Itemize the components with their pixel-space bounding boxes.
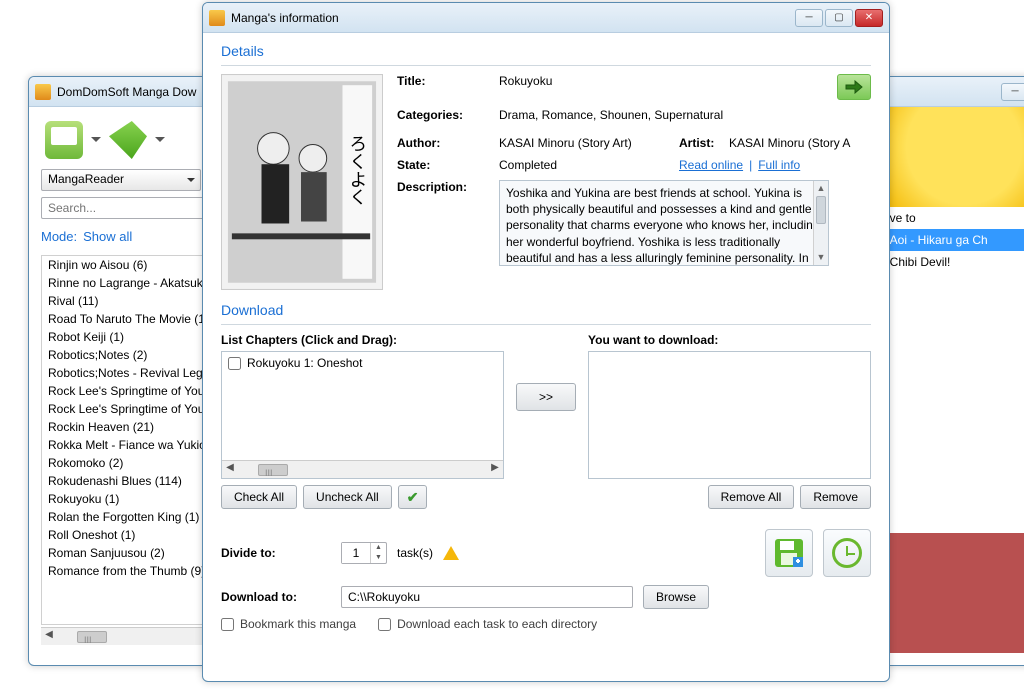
chapters-hscroll[interactable]: ◀ III ▶ xyxy=(222,460,503,478)
browse-button[interactable]: Browse xyxy=(643,585,709,609)
categories-value: Drama, Romance, Shounen, Supernatural xyxy=(499,108,871,122)
confirm-check-button[interactable]: ✔ xyxy=(398,485,428,509)
title-value: Rokuyoku xyxy=(499,74,837,88)
next-arrow-button[interactable] xyxy=(837,74,871,100)
mode-value[interactable]: Show all xyxy=(83,229,132,244)
read-online-link[interactable]: Read online xyxy=(679,158,743,172)
maximize-button[interactable]: ▢ xyxy=(825,9,853,27)
check-all-button[interactable]: Check All xyxy=(221,485,297,509)
close-button[interactable]: ✕ xyxy=(855,9,883,27)
schedule-button[interactable] xyxy=(823,529,871,577)
download-listbox[interactable] xyxy=(588,351,871,479)
scroll-thumb[interactable]: III xyxy=(258,464,288,476)
right-titlebar[interactable]: ─ ▢ ✕ xyxy=(877,77,1024,107)
artist-value: KASAI Minoru (Story A xyxy=(729,136,871,150)
spin-down-icon[interactable]: ▼ xyxy=(371,553,386,563)
full-info-link[interactable]: Full info xyxy=(758,158,800,172)
clock-icon xyxy=(832,538,862,568)
calendar-icon[interactable] xyxy=(45,121,83,159)
each-dir-checkbox-label[interactable]: Download each task to each directory xyxy=(378,617,597,631)
chevron-down-icon[interactable] xyxy=(155,137,165,147)
you-want-label: You want to download: xyxy=(588,333,871,347)
scroll-thumb[interactable]: III xyxy=(77,631,107,643)
cover-image: ろくよく xyxy=(221,74,383,290)
scroll-left-icon[interactable]: ◀ xyxy=(41,629,57,645)
chapters-listbox[interactable]: Rokuyoku 1: Oneshot ◀ III ▶ xyxy=(221,351,504,479)
divide-spinner[interactable]: ▲▼ xyxy=(341,542,387,564)
right-window: ─ ▢ ✕ ave to \\Aoi - Hikaru ga Ch \\Chib… xyxy=(876,76,1024,666)
categories-label: Categories: xyxy=(397,108,499,122)
list-item[interactable]: \\Aoi - Hikaru ga Ch xyxy=(877,229,1024,251)
chevron-down-icon[interactable] xyxy=(91,137,101,147)
scroll-right-icon[interactable]: ▶ xyxy=(487,462,503,478)
details-heading: Details xyxy=(221,43,871,59)
divide-input[interactable] xyxy=(342,543,370,563)
description-scrollbar[interactable]: ▲ ▼ xyxy=(813,181,828,265)
bookmark-checkbox[interactable] xyxy=(221,618,234,631)
author-label: Author: xyxy=(397,136,499,150)
title-label: Title: xyxy=(397,74,499,88)
each-dir-checkbox[interactable] xyxy=(378,618,391,631)
description-label: Description: xyxy=(397,180,499,266)
artist-label: Artist: xyxy=(679,136,729,150)
download-path-input[interactable] xyxy=(341,586,633,608)
state-value: Completed xyxy=(499,158,679,172)
tag-icon[interactable] xyxy=(109,121,147,159)
list-chapters-label: List Chapters (Click and Drag): xyxy=(221,333,504,347)
bookmark-checkbox-label[interactable]: Bookmark this manga xyxy=(221,617,356,631)
warning-icon xyxy=(443,538,459,560)
save-queue-button[interactable] xyxy=(765,529,813,577)
spin-up-icon[interactable]: ▲ xyxy=(371,543,386,553)
scroll-down-icon[interactable]: ▼ xyxy=(814,250,828,265)
main-window: Manga's information ─ ▢ ✕ Details ろくよく xyxy=(202,2,890,682)
transfer-button[interactable]: >> xyxy=(516,383,576,411)
remove-button[interactable]: Remove xyxy=(800,485,871,509)
character-art xyxy=(877,533,1024,653)
mode-label: Mode: xyxy=(41,229,77,244)
tasks-label: task(s) xyxy=(397,546,433,560)
chapter-item[interactable]: Rokuyoku 1: Oneshot xyxy=(222,352,503,374)
chapter-checkbox[interactable] xyxy=(228,357,241,370)
download-to-label: Download to: xyxy=(221,590,331,604)
source-combo[interactable]: MangaReader xyxy=(41,169,201,191)
divide-label: Divide to: xyxy=(221,546,331,560)
uncheck-all-button[interactable]: Uncheck All xyxy=(303,485,392,509)
description-text: Yoshika and Yukina are best friends at s… xyxy=(506,186,820,265)
minimize-button[interactable]: ─ xyxy=(795,9,823,27)
state-label: State: xyxy=(397,158,499,172)
app-icon xyxy=(209,10,225,26)
description-box[interactable]: Yoshika and Yukina are best friends at s… xyxy=(499,180,829,266)
chapter-label: Rokuyoku 1: Oneshot xyxy=(247,356,362,370)
minimize-button[interactable]: ─ xyxy=(1001,83,1024,101)
scroll-left-icon[interactable]: ◀ xyxy=(222,462,238,478)
main-window-title: Manga's information xyxy=(231,11,795,25)
scroll-up-icon[interactable]: ▲ xyxy=(814,181,828,196)
chocobo-art xyxy=(877,107,1024,207)
arrow-right-icon xyxy=(845,80,863,94)
save-to-label: ave to xyxy=(877,207,1024,229)
list-item[interactable]: \\Chibi Devil! xyxy=(877,251,1024,273)
svg-text:ろくよく: ろくよく xyxy=(347,135,367,206)
floppy-icon xyxy=(773,537,805,569)
download-heading: Download xyxy=(221,302,871,318)
remove-all-button[interactable]: Remove All xyxy=(708,485,795,509)
check-icon: ✔ xyxy=(407,489,419,506)
author-value: KASAI Minoru (Story Art) xyxy=(499,136,679,150)
main-titlebar[interactable]: Manga's information ─ ▢ ✕ xyxy=(203,3,889,33)
app-icon xyxy=(35,84,51,100)
scroll-thumb[interactable] xyxy=(816,196,826,224)
